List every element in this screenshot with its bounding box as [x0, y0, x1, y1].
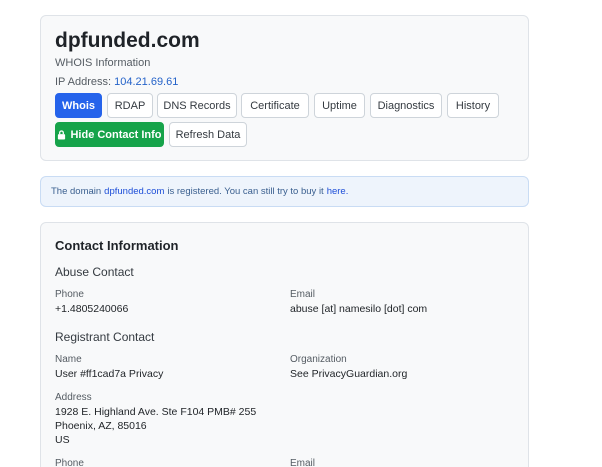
page-title: dpfunded.com [55, 29, 200, 52]
ip-label: IP Address: [55, 76, 112, 88]
page-subtitle: WHOIS Information [55, 57, 151, 69]
alert-prefix: The domain [51, 186, 102, 197]
registrant-name-label: Name [55, 354, 82, 365]
hide-contact-label: Hide Contact Info [70, 128, 162, 141]
tab-diagnostics[interactable]: Diagnostics [370, 93, 442, 118]
tab-certificate[interactable]: Certificate [241, 93, 309, 118]
tab-uptime[interactable]: Uptime [314, 93, 365, 118]
abuse-email-label: Email [290, 289, 316, 300]
refresh-data-button[interactable]: Refresh Data [169, 122, 247, 147]
registrant-address-line2: Phoenix, AZ, 85016 [55, 420, 147, 432]
ip-address-link[interactable]: 104.21.69.61 [114, 76, 178, 88]
ip-address-line: IP Address: 104.21.69.61 [55, 76, 178, 88]
registrant-org-value: See PrivacyGuardian.org [290, 368, 408, 380]
contact-information-card: Contact Information Abuse Contact Phone … [40, 222, 529, 467]
hide-contact-button[interactable]: Hide Contact Info [55, 122, 164, 147]
registrant-phone-label: Phone [55, 458, 84, 467]
contact-section-title: Contact Information [55, 238, 179, 253]
abuse-contact-title: Abuse Contact [55, 265, 134, 279]
alert-domain-link[interactable]: dpfunded.com [104, 186, 164, 197]
abuse-phone-label: Phone [55, 289, 84, 300]
registrant-address-line3: US [55, 434, 70, 446]
alert-message: is registered. You can still try to buy … [167, 186, 324, 197]
registrant-email-label: Email [290, 458, 316, 467]
abuse-phone-value: +1.4805240066 [55, 303, 129, 315]
tab-dns-records[interactable]: DNS Records [157, 93, 237, 118]
domain-header-card: dpfunded.com WHOIS Information IP Addres… [40, 15, 529, 161]
tab-rdap[interactable]: RDAP [107, 93, 153, 118]
registrant-address-line1: 1928 E. Highland Ave. Ste F104 PMB# 255 [55, 406, 257, 418]
abuse-email-value: abuse [at] namesilo [dot] com [290, 303, 428, 315]
registrant-org-label: Organization [290, 354, 347, 365]
tab-history[interactable]: History [447, 93, 499, 118]
registrant-contact-title: Registrant Contact [55, 330, 155, 344]
buy-here-link[interactable]: here. [327, 186, 349, 197]
registration-alert: The domain dpfunded.com is registered. Y… [40, 176, 529, 207]
tab-whois[interactable]: Whois [55, 93, 102, 118]
registrant-name-value: User #ff1cad7a Privacy [55, 368, 164, 380]
registrant-address-label: Address [55, 392, 92, 403]
lock-icon [58, 129, 66, 139]
